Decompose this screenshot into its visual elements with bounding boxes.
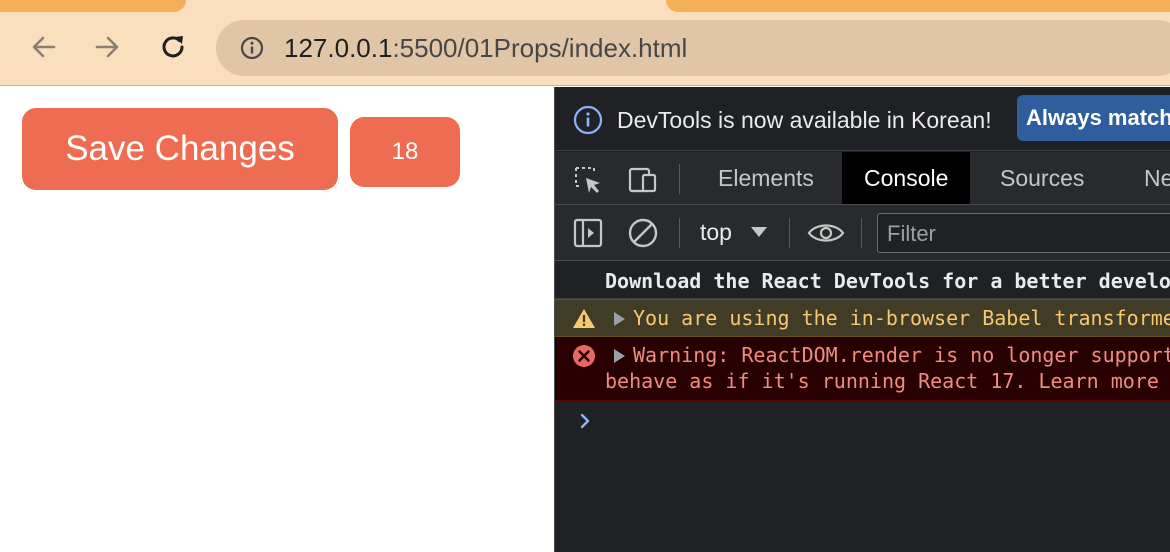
tab-elements[interactable]: Elements [696, 152, 836, 204]
back-button[interactable] [25, 28, 63, 66]
tab-sources[interactable]: Sources [978, 152, 1106, 204]
inspect-element-icon[interactable] [572, 164, 604, 196]
sidebar-toggle-icon[interactable] [572, 217, 604, 249]
error-icon [573, 345, 595, 367]
site-info-icon[interactable] [240, 36, 264, 60]
tab-console[interactable]: Console [842, 152, 971, 204]
error-message-line1: Warning: ReactDOM.render is no longer su… [633, 343, 1170, 367]
count-button[interactable]: 18 [350, 117, 460, 187]
devtools-tabs: Elements Console Sources Network [555, 152, 1170, 205]
filter-placeholder: Filter [887, 221, 936, 246]
arrow-right-icon [95, 36, 119, 58]
url-path: :5500/01Props/index.html [392, 33, 688, 63]
clear-console-icon[interactable] [627, 217, 659, 249]
tab-strip [0, 0, 1170, 12]
address-bar[interactable]: 127.0.0.1:5500/01Props/index.html [216, 20, 1170, 76]
infobar-message: DevTools is now available in Korean! [617, 107, 992, 133]
device-toolbar-icon[interactable] [627, 164, 659, 196]
warning-message-text: You are using the in-browser Babel trans… [633, 306, 1170, 330]
console-prompt-icon[interactable] [577, 411, 593, 431]
error-message-line2: behave as if it's running React 17. Lear… [605, 369, 1159, 393]
toolbar-divider [679, 218, 680, 248]
url-text[interactable]: 127.0.0.1:5500/01Props/index.html [284, 32, 687, 64]
console-message-warning[interactable]: You are using the in-browser Babel trans… [555, 299, 1170, 337]
info-icon [573, 105, 603, 135]
reload-icon [162, 36, 184, 58]
info-message-text: Download the React DevTools for a better… [605, 269, 1170, 293]
arrow-left-icon [32, 36, 56, 58]
expand-caret-icon[interactable] [614, 312, 625, 326]
toolbar-divider [789, 218, 790, 248]
tab-network[interactable]: Network [1122, 152, 1170, 204]
devtools-panel: DevTools is now available in Korean! Alw… [554, 87, 1170, 552]
browser-tab[interactable] [0, 0, 186, 12]
forward-button[interactable] [88, 28, 126, 66]
url-host: 127.0.0.1 [284, 33, 393, 63]
toolbar-divider [861, 218, 862, 248]
devtools-infobar: DevTools is now available in Korean! Alw… [555, 87, 1170, 151]
expand-caret-icon[interactable] [614, 349, 625, 363]
eye-icon[interactable] [807, 217, 845, 249]
chevron-down-icon[interactable] [751, 227, 767, 237]
save-changes-button[interactable]: Save Changes [22, 108, 338, 190]
context-selector[interactable]: top [700, 217, 732, 247]
page-content: Save Changes 18 [0, 87, 554, 552]
console-message-info[interactable]: Download the React DevTools for a better… [555, 261, 1170, 299]
toolbar-divider [679, 164, 680, 194]
reload-button[interactable] [154, 28, 192, 66]
console-toolbar: top Filter [555, 205, 1170, 261]
filter-input[interactable]: Filter [877, 213, 1170, 253]
browser-tab[interactable] [666, 0, 1170, 12]
console-message-error[interactable]: Warning: ReactDOM.render is no longer su… [555, 337, 1170, 401]
always-match-button[interactable]: Always match [1017, 95, 1170, 141]
browser-toolbar: 127.0.0.1:5500/01Props/index.html [0, 12, 1170, 86]
warning-icon [573, 309, 595, 328]
